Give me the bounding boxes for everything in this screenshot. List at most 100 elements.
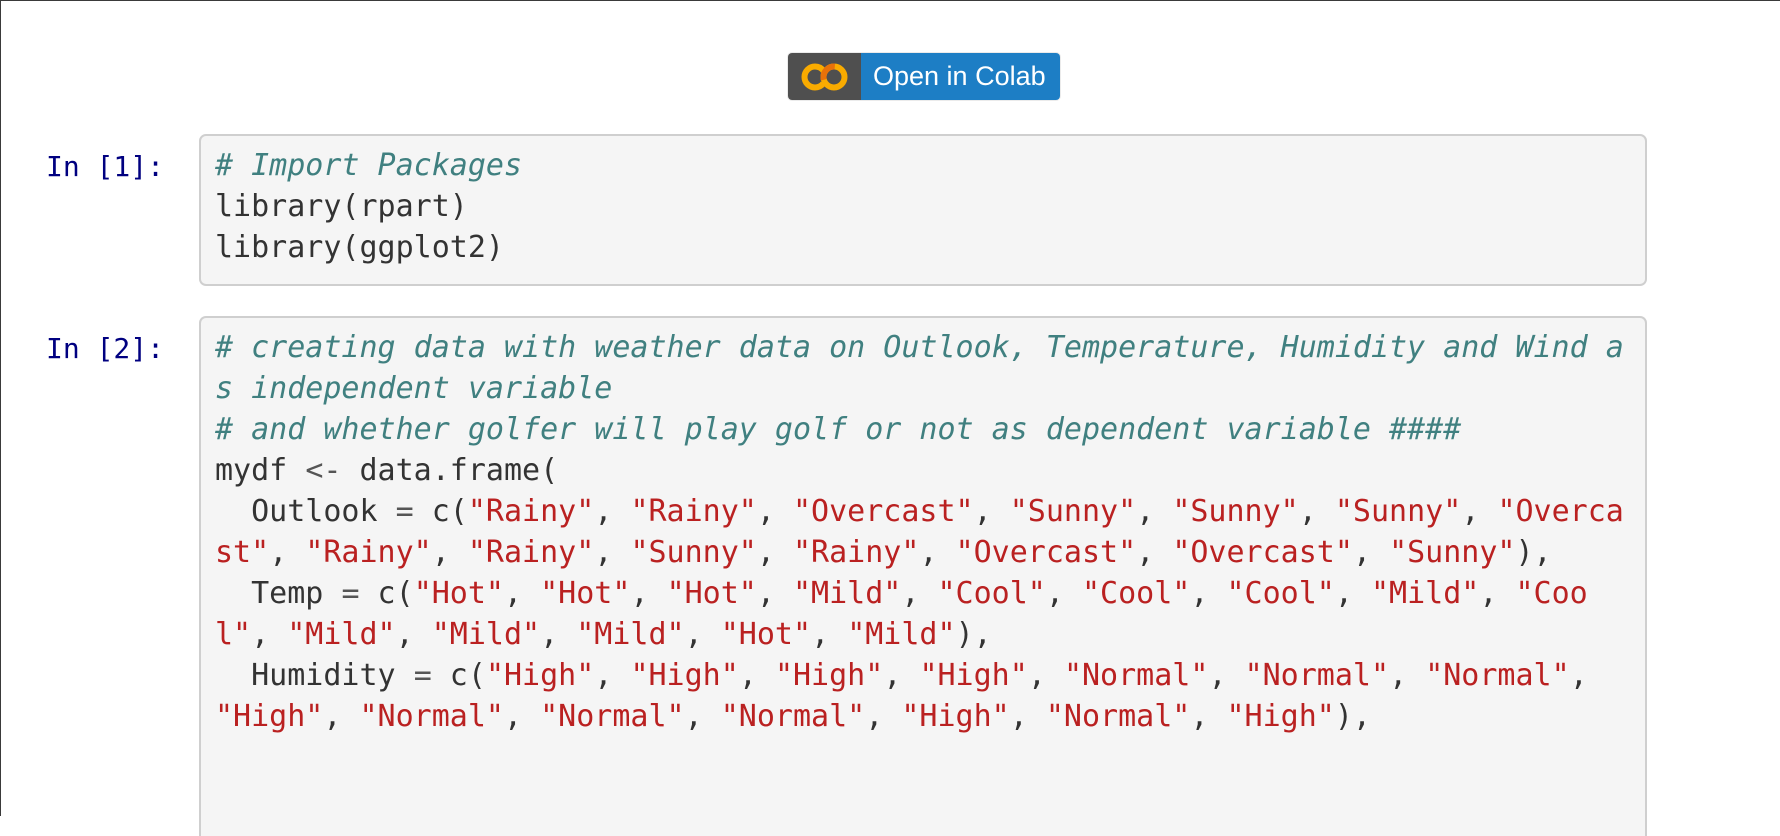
code-line: # and whether golfer will play golf or n… bbox=[215, 409, 1633, 450]
code-text: , bbox=[684, 699, 721, 734]
code-string: "Rainy" bbox=[793, 535, 920, 570]
window-left-border bbox=[0, 0, 1, 816]
code-editor-2[interactable]: # creating data with weather data on Out… bbox=[199, 316, 1647, 836]
code-text: , bbox=[919, 535, 956, 570]
code-text: ), bbox=[955, 617, 992, 652]
code-string: "Normal" bbox=[1063, 658, 1209, 693]
code-string: "Hot" bbox=[540, 576, 631, 611]
code-string: "Overcast" bbox=[955, 535, 1137, 570]
code-text: , bbox=[756, 535, 793, 570]
code-string: "Mild" bbox=[1371, 576, 1480, 611]
code-text: , bbox=[1569, 658, 1606, 693]
code-string: "Rainy" bbox=[305, 535, 432, 570]
code-string: "Normal" bbox=[1244, 658, 1390, 693]
code-text: , bbox=[1334, 576, 1371, 611]
code-text: , bbox=[1389, 658, 1426, 693]
code-text: , bbox=[269, 535, 306, 570]
code-string: "Cool" bbox=[1082, 576, 1191, 611]
code-text: Temp bbox=[215, 576, 342, 611]
code-string: "High" bbox=[485, 658, 595, 693]
open-in-colab-button[interactable]: Open in Colab bbox=[788, 53, 1060, 100]
code-string: "Mild" bbox=[793, 576, 902, 611]
code-string: "High" bbox=[215, 699, 324, 734]
code-string: "Sunny" bbox=[1009, 494, 1137, 529]
code-text: , bbox=[504, 576, 541, 611]
code-comment: # and whether golfer will play golf or n… bbox=[215, 412, 1462, 447]
code-text: , bbox=[865, 699, 902, 734]
code-text: c( bbox=[359, 576, 414, 611]
code-string: "Sunny" bbox=[1172, 494, 1299, 529]
code-string: "Cool" bbox=[937, 576, 1046, 611]
code-text: c( bbox=[431, 658, 486, 693]
code-text: , bbox=[504, 699, 541, 734]
code-text: , bbox=[811, 617, 848, 652]
code-string: "High" bbox=[1226, 699, 1335, 734]
code-string: "Overcast" bbox=[793, 494, 974, 529]
code-string: "Normal" bbox=[1425, 658, 1570, 693]
code-string: "High" bbox=[919, 658, 1028, 693]
code-string: "Overcast" bbox=[1172, 535, 1353, 570]
code-text: , bbox=[323, 699, 360, 734]
code-text: c( bbox=[413, 494, 468, 529]
code-text: , bbox=[1208, 658, 1245, 693]
code-text: , bbox=[1136, 494, 1173, 529]
code-text: ), bbox=[1515, 535, 1552, 570]
code-line: # Import Packages bbox=[215, 145, 1633, 186]
code-string: "Mild" bbox=[847, 617, 956, 652]
code-comment: # Import Packages bbox=[215, 148, 523, 183]
code-string: "Normal" bbox=[1045, 699, 1191, 734]
code-string: "Sunny" bbox=[630, 535, 757, 570]
code-text: , bbox=[1045, 576, 1082, 611]
code-operator: = bbox=[341, 576, 360, 611]
code-text: library(ggplot2) bbox=[215, 230, 504, 265]
code-comment: # creating data with weather data on Out… bbox=[215, 330, 1624, 406]
code-text: Humidity bbox=[215, 658, 414, 693]
code-text: , bbox=[251, 617, 288, 652]
code-text: , bbox=[883, 658, 920, 693]
code-string: "Hot" bbox=[413, 576, 504, 611]
code-text: data.frame( bbox=[341, 453, 559, 488]
code-string: "Mild" bbox=[287, 617, 396, 652]
code-string: "Sunny" bbox=[1334, 494, 1462, 529]
code-text: , bbox=[594, 535, 631, 570]
colab-logo-icon bbox=[788, 53, 861, 100]
code-text: ), bbox=[1334, 699, 1371, 734]
code-content: # creating data with weather data on Out… bbox=[215, 327, 1633, 737]
code-text: , bbox=[756, 576, 793, 611]
code-text: , bbox=[1136, 535, 1173, 570]
code-text: , bbox=[1298, 494, 1335, 529]
code-string: "High" bbox=[774, 658, 884, 693]
code-text: , bbox=[630, 576, 667, 611]
code-text: , bbox=[1027, 658, 1064, 693]
code-operator: = bbox=[413, 658, 432, 693]
code-text: library(rpart) bbox=[215, 189, 468, 224]
code-line: library(rpart) bbox=[215, 186, 1633, 227]
code-line: Temp = c("Hot", "Hot", "Hot", "Mild", "C… bbox=[215, 573, 1633, 655]
code-text: Outlook bbox=[215, 494, 396, 529]
code-line: library(ggplot2) bbox=[215, 227, 1633, 268]
code-text: , bbox=[756, 494, 793, 529]
colab-button-label: Open in Colab bbox=[861, 53, 1060, 100]
code-operator: <- bbox=[305, 453, 342, 488]
cell-prompt: In [1]: bbox=[46, 150, 165, 183]
code-string: "Hot" bbox=[720, 617, 812, 652]
code-operator: = bbox=[395, 494, 414, 529]
code-text: , bbox=[594, 658, 631, 693]
code-line: Humidity = c("High", "High", "High", "Hi… bbox=[215, 655, 1633, 737]
code-text: , bbox=[540, 617, 577, 652]
code-string: "High" bbox=[901, 699, 1010, 734]
window-top-border bbox=[0, 0, 1780, 1]
code-text: , bbox=[738, 658, 775, 693]
code-text: , bbox=[684, 617, 721, 652]
code-text: , bbox=[431, 535, 468, 570]
code-text: , bbox=[395, 617, 432, 652]
code-editor-1[interactable]: # Import Packages library(rpart) library(g… bbox=[199, 134, 1647, 286]
code-line: # creating data with weather data on Out… bbox=[215, 327, 1633, 409]
code-string: "Rainy" bbox=[467, 494, 595, 529]
code-string: "Mild" bbox=[431, 617, 541, 652]
code-string: "Rainy" bbox=[467, 535, 595, 570]
code-text: , bbox=[973, 494, 1010, 529]
code-text: , bbox=[1009, 699, 1046, 734]
code-string: "High" bbox=[630, 658, 739, 693]
code-string: "Sunny" bbox=[1389, 535, 1516, 570]
